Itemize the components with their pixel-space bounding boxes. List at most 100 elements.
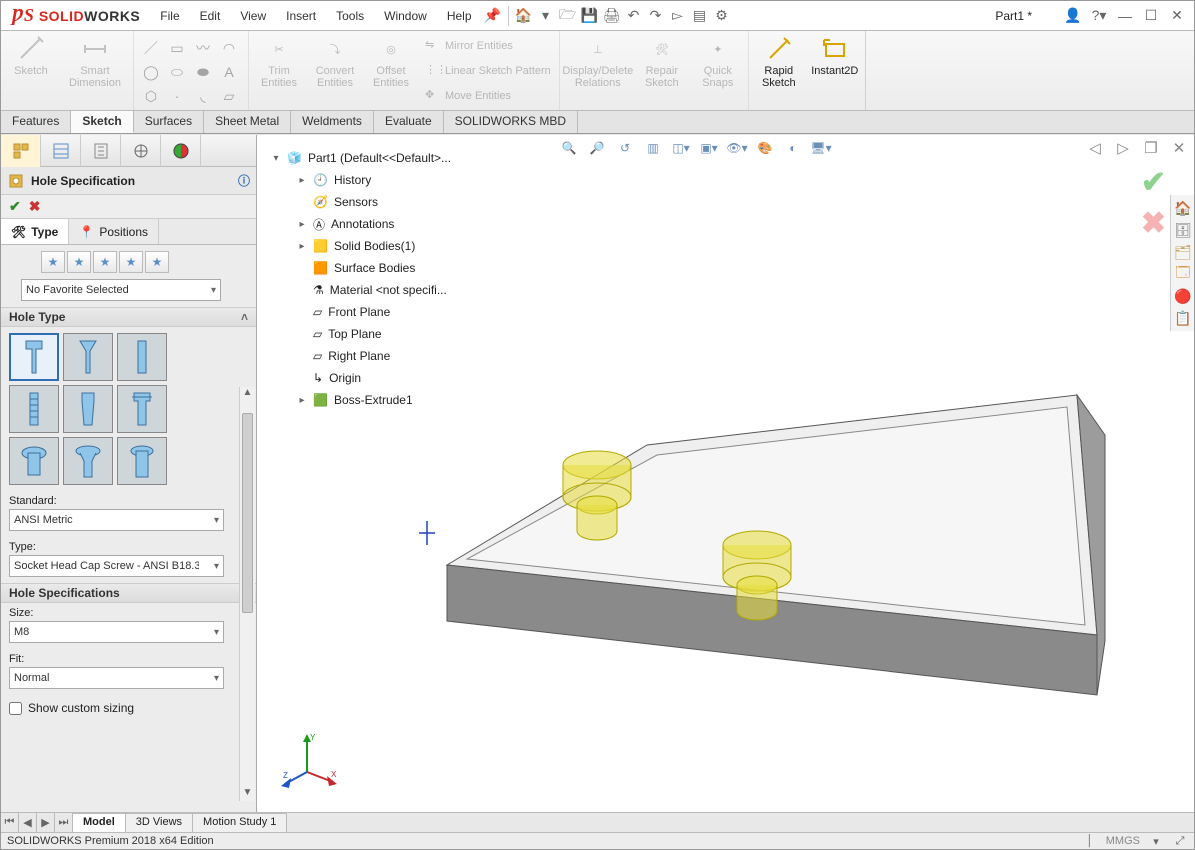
bottom-tab-3dviews[interactable]: 3D Views <box>126 813 193 832</box>
section-hole-spec[interactable]: Hole Specifications˄ <box>1 583 256 603</box>
tab-weldments[interactable]: Weldments <box>291 111 374 133</box>
tab-nav-last[interactable]: ⏭ <box>55 813 73 832</box>
pm-scroll-body[interactable]: ★ ★ ★ ★ ★ No Favorite Selected▾ Hole Typ… <box>1 245 256 817</box>
ribbon-move[interactable]: ✥Move Entities <box>425 86 551 106</box>
hole-type-slot[interactable] <box>117 437 167 485</box>
pm-tab-positions[interactable]: 📍Positions <box>69 219 159 244</box>
print-icon[interactable]: 🖨 <box>601 5 623 27</box>
menu-view[interactable]: View <box>230 9 276 23</box>
tab-surfaces[interactable]: Surfaces <box>134 111 204 133</box>
user-icon[interactable]: 👤 <box>1062 5 1084 27</box>
fav-delete-icon[interactable]: ★ <box>93 251 117 273</box>
hole-type-slot-cb[interactable] <box>9 437 59 485</box>
status-units[interactable]: MMGS <box>1106 835 1140 847</box>
panel-tab-property[interactable] <box>41 135 81 167</box>
status-dropdown-icon[interactable]: ▾ <box>1148 834 1164 848</box>
pin-icon[interactable]: 📌 <box>482 5 504 27</box>
tab-evaluate[interactable]: Evaluate <box>374 111 444 133</box>
help-icon[interactable]: ?▾ <box>1088 5 1110 27</box>
tab-sheet-metal[interactable]: Sheet Metal <box>204 111 291 133</box>
fav-add-icon[interactable]: ★ <box>67 251 91 273</box>
fav-save-icon[interactable]: ★ <box>119 251 143 273</box>
circle-tool-icon[interactable]: ◯ <box>140 61 162 83</box>
open-icon[interactable]: 🗁 <box>557 5 579 27</box>
ribbon-offset[interactable]: ◎Offset Entities <box>363 31 419 110</box>
bottom-tab-model[interactable]: Model <box>73 813 126 832</box>
new-icon[interactable]: ▾ <box>535 5 557 27</box>
home-icon[interactable]: 🏠 <box>513 5 535 27</box>
redo-icon[interactable]: ↷ <box>645 5 667 27</box>
pm-cancel-button[interactable]: ✖ <box>29 198 41 215</box>
polygon-tool-icon[interactable]: ⬡ <box>140 85 162 107</box>
menu-edit[interactable]: Edit <box>190 9 231 23</box>
panel-tab-appearance[interactable] <box>161 135 201 167</box>
maximize-icon[interactable]: ☐ <box>1140 5 1162 27</box>
section-hole-type[interactable]: Hole Type˄ <box>1 307 256 327</box>
options-icon[interactable]: ⚙ <box>711 5 733 27</box>
ribbon-trim[interactable]: ✂Trim Entities <box>251 31 307 110</box>
hole-type-countersink[interactable] <box>63 333 113 381</box>
hole-type-legacy[interactable] <box>117 385 167 433</box>
text-tool-icon[interactable]: A <box>218 61 240 83</box>
panel-tab-feature-tree[interactable] <box>1 135 41 167</box>
tab-sketch[interactable]: Sketch <box>71 111 133 133</box>
type-select[interactable]: Socket Head Cap Screw - ANSI B18.3▾ <box>9 555 224 577</box>
ribbon-display-delete[interactable]: ⊥Display/Delete Relations <box>562 31 634 110</box>
plane-tool-icon[interactable]: ▱ <box>218 85 240 107</box>
pm-ok-button[interactable]: ✔ <box>9 198 21 215</box>
fillet-tool-icon[interactable]: ◟ <box>192 85 214 107</box>
bottom-tab-motion[interactable]: Motion Study 1 <box>193 813 287 832</box>
fav-apply-icon[interactable]: ★ <box>41 251 65 273</box>
hole-type-slot-cs[interactable] <box>63 437 113 485</box>
spline-tool-icon[interactable]: 〰 <box>192 37 214 59</box>
pm-help-icon[interactable]: ⓘ <box>238 172 250 189</box>
panel-tab-dimxpert[interactable] <box>121 135 161 167</box>
menu-help[interactable]: Help <box>437 9 482 23</box>
ribbon-instant2d[interactable]: Instant2D <box>807 31 863 110</box>
rect-tool-icon[interactable]: ▭ <box>166 37 188 59</box>
ribbon-quick-snaps[interactable]: ✦Quick Snaps <box>690 31 746 110</box>
fav-load-icon[interactable]: ★ <box>145 251 169 273</box>
ribbon-rapid-sketch[interactable]: Rapid Sketch <box>751 31 807 110</box>
menu-tools[interactable]: Tools <box>326 9 374 23</box>
ribbon-sketch[interactable]: Sketch <box>3 31 59 110</box>
ribbon-mirror[interactable]: ⇋Mirror Entities <box>425 36 551 56</box>
save-icon[interactable]: 💾 <box>579 5 601 27</box>
slot-tool-icon[interactable]: ⬬ <box>192 61 214 83</box>
pm-tab-type[interactable]: 🛠Type <box>1 219 69 244</box>
ellipse-tool-icon[interactable]: ⬭ <box>166 61 188 83</box>
rebuild-icon[interactable]: ▤ <box>689 5 711 27</box>
tab-nav-prev[interactable]: ◀ <box>19 813 37 832</box>
ribbon-pattern[interactable]: ⋮⋮Linear Sketch Pattern <box>425 61 551 81</box>
menu-window[interactable]: Window <box>374 9 437 23</box>
panel-tab-config[interactable] <box>81 135 121 167</box>
hole-type-hole[interactable] <box>117 333 167 381</box>
tab-features[interactable]: Features <box>1 111 71 133</box>
pm-scrollbar[interactable]: ▲▼ <box>239 387 255 801</box>
ribbon-repair[interactable]: 🛠Repair Sketch <box>634 31 690 110</box>
line-tool-icon[interactable]: ／ <box>140 37 162 59</box>
select-icon[interactable]: ▻ <box>667 5 689 27</box>
size-select[interactable]: M8▾ <box>9 621 224 643</box>
view-triad[interactable]: Y X Z <box>279 730 339 790</box>
tab-mbd[interactable]: SOLIDWORKS MBD <box>444 111 578 133</box>
tab-nav-next[interactable]: ▶ <box>37 813 55 832</box>
point-tool-icon[interactable]: · <box>166 85 188 107</box>
menu-file[interactable]: File <box>150 9 189 23</box>
hole-type-counterbore[interactable] <box>9 333 59 381</box>
tab-nav-first[interactable]: ⏮ <box>1 813 19 832</box>
arc-tool-icon[interactable]: ◠ <box>218 37 240 59</box>
ribbon-convert[interactable]: ⤵Convert Entities <box>307 31 363 110</box>
custom-sizing-checkbox[interactable]: Show custom sizing <box>1 695 256 721</box>
minimize-icon[interactable]: — <box>1114 5 1136 27</box>
hole-type-pipetap[interactable] <box>63 385 113 433</box>
close-icon[interactable]: ✕ <box>1166 5 1188 27</box>
undo-icon[interactable]: ↶ <box>623 5 645 27</box>
hole-type-tap[interactable] <box>9 385 59 433</box>
fit-select[interactable]: Normal▾ <box>9 667 224 689</box>
graphics-area[interactable]: 🔍 🔎 ↺ ▥ ◫▾ ▣▾ 👁▾ 🎨 ◐ 🖥▾ ◁ ▷ ❐ ✕ ✔ ✖ 🏠 🗄 … <box>257 135 1194 812</box>
ribbon-smart-dimension[interactable]: Smart Dimension <box>59 31 131 110</box>
favorite-select[interactable]: No Favorite Selected▾ <box>21 279 221 301</box>
menu-insert[interactable]: Insert <box>276 9 326 23</box>
status-maximize-icon[interactable]: ⤢ <box>1172 834 1188 848</box>
